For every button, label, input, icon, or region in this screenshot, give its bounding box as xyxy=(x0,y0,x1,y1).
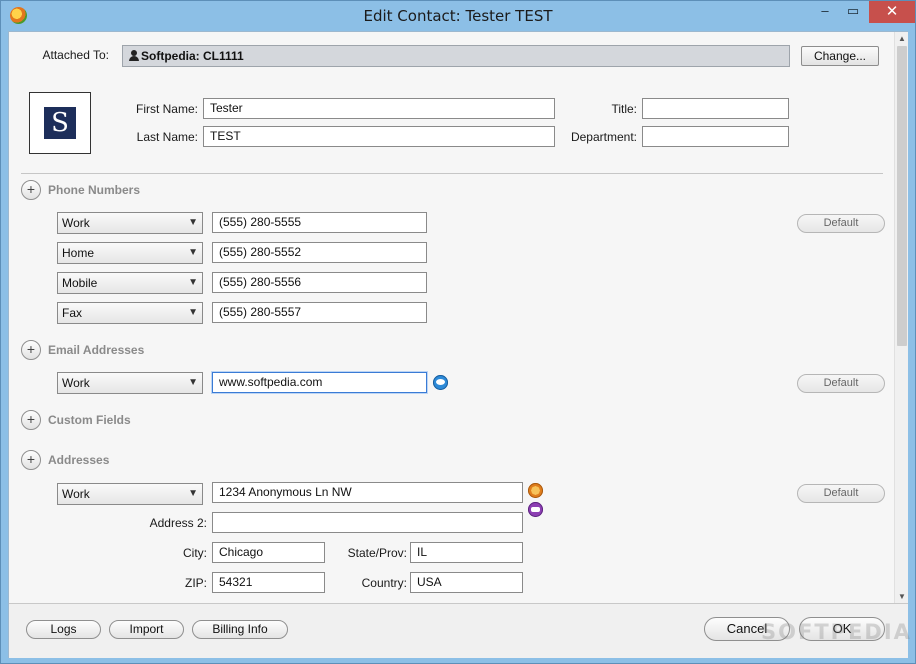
phone-type-select-4[interactable]: Fax ▼ xyxy=(57,302,203,324)
chevron-down-icon: ▼ xyxy=(188,217,198,228)
country-field[interactable]: USA xyxy=(410,572,523,593)
person-icon xyxy=(129,50,139,61)
street-field[interactable]: 1234 Anonymous Ln NW xyxy=(212,482,523,503)
scroll-down-icon[interactable]: ▼ xyxy=(898,592,906,601)
directions-car-icon[interactable] xyxy=(528,502,543,517)
map-globe-icon[interactable] xyxy=(528,483,543,498)
state-field[interactable]: IL xyxy=(410,542,523,563)
email-addresses-title: Email Addresses xyxy=(48,343,145,357)
dialog-footer: Logs Import Billing Info Cancel OK SOFTP… xyxy=(9,603,910,658)
title-bar: Edit Contact: Tester TEST ‒ ▭ ✕ xyxy=(1,1,915,31)
zip-label: ZIP: xyxy=(184,576,207,590)
chevron-down-icon: ▼ xyxy=(188,247,198,258)
logs-button[interactable]: Logs xyxy=(26,620,101,639)
dialog-body: Attached To: Softpedia: CL1111 Change...… xyxy=(8,31,910,658)
header-divider xyxy=(21,173,883,174)
send-email-icon[interactable] xyxy=(433,375,448,390)
city-field[interactable]: Chicago xyxy=(212,542,325,563)
edit-contact-window: Edit Contact: Tester TEST ‒ ▭ ✕ Attached… xyxy=(0,0,916,664)
address2-field[interactable] xyxy=(212,512,523,533)
chevron-down-icon: ▼ xyxy=(188,488,198,499)
scroll-up-icon[interactable]: ▲ xyxy=(898,34,906,43)
phone-field-3[interactable]: (555) 280-5556 xyxy=(212,272,427,293)
phone-field-2[interactable]: (555) 280-5552 xyxy=(212,242,427,263)
last-name-label: Last Name: xyxy=(136,130,198,144)
department-label: Department: xyxy=(570,130,637,144)
zip-field[interactable]: 54321 xyxy=(212,572,325,593)
department-field[interactable] xyxy=(642,126,789,147)
title-field[interactable] xyxy=(642,98,789,119)
custom-fields-title: Custom Fields xyxy=(48,413,131,427)
softpedia-watermark: SOFTPEDIA xyxy=(761,620,912,644)
attached-to-field: Softpedia: CL1111 xyxy=(122,45,790,67)
vertical-scrollbar[interactable]: ▲ ▼ xyxy=(894,32,908,603)
close-button[interactable]: ✕ xyxy=(869,1,915,23)
phone-type-select-1[interactable]: Work ▼ xyxy=(57,212,203,234)
city-label: City: xyxy=(183,546,207,560)
email-field[interactable]: www.softpedia.com xyxy=(212,372,427,393)
attached-to-value: Softpedia: CL1111 xyxy=(141,49,244,63)
billing-info-button[interactable]: Billing Info xyxy=(192,620,288,639)
change-button[interactable]: Change... xyxy=(801,46,879,66)
title-label: Title: xyxy=(611,102,637,116)
chevron-down-icon: ▼ xyxy=(188,307,198,318)
add-phone-icon[interactable]: + xyxy=(21,180,41,200)
phone-type-select-3[interactable]: Mobile ▼ xyxy=(57,272,203,294)
phone-type-select-2[interactable]: Home ▼ xyxy=(57,242,203,264)
contact-form: Attached To: Softpedia: CL1111 Change...… xyxy=(9,32,894,603)
add-email-icon[interactable]: + xyxy=(21,340,41,360)
state-label: State/Prov: xyxy=(347,546,407,560)
phone-numbers-title: Phone Numbers xyxy=(48,183,141,197)
last-name-field[interactable]: TEST xyxy=(203,126,555,147)
phone-default-button[interactable]: Default xyxy=(797,214,885,233)
chevron-down-icon: ▼ xyxy=(188,377,198,388)
addresses-title: Addresses xyxy=(48,453,110,467)
address-default-button[interactable]: Default xyxy=(797,484,885,503)
attached-to-label: Attached To: xyxy=(42,48,110,62)
add-custom-field-icon[interactable]: + xyxy=(21,410,41,430)
country-label: Country: xyxy=(361,576,407,590)
softpedia-logo: S xyxy=(44,107,76,139)
phone-field-4[interactable]: (555) 280-5557 xyxy=(212,302,427,323)
email-default-button[interactable]: Default xyxy=(797,374,885,393)
window-title: Edit Contact: Tester TEST xyxy=(363,7,553,25)
import-button[interactable]: Import xyxy=(109,620,184,639)
minimize-button[interactable]: ‒ xyxy=(811,1,839,23)
address2-label: Address 2: xyxy=(149,516,207,530)
maximize-button[interactable]: ▭ xyxy=(839,1,867,23)
add-address-icon[interactable]: + xyxy=(21,450,41,470)
phone-field-1[interactable]: (555) 280-5555 xyxy=(212,212,427,233)
email-type-select[interactable]: Work ▼ xyxy=(57,372,203,394)
scrollbar-thumb[interactable] xyxy=(897,46,907,346)
first-name-field[interactable]: Tester xyxy=(203,98,555,119)
first-name-label: First Name: xyxy=(135,102,198,116)
address-type-select[interactable]: Work ▼ xyxy=(57,483,203,505)
chevron-down-icon: ▼ xyxy=(188,277,198,288)
contact-avatar[interactable]: S xyxy=(29,92,91,154)
